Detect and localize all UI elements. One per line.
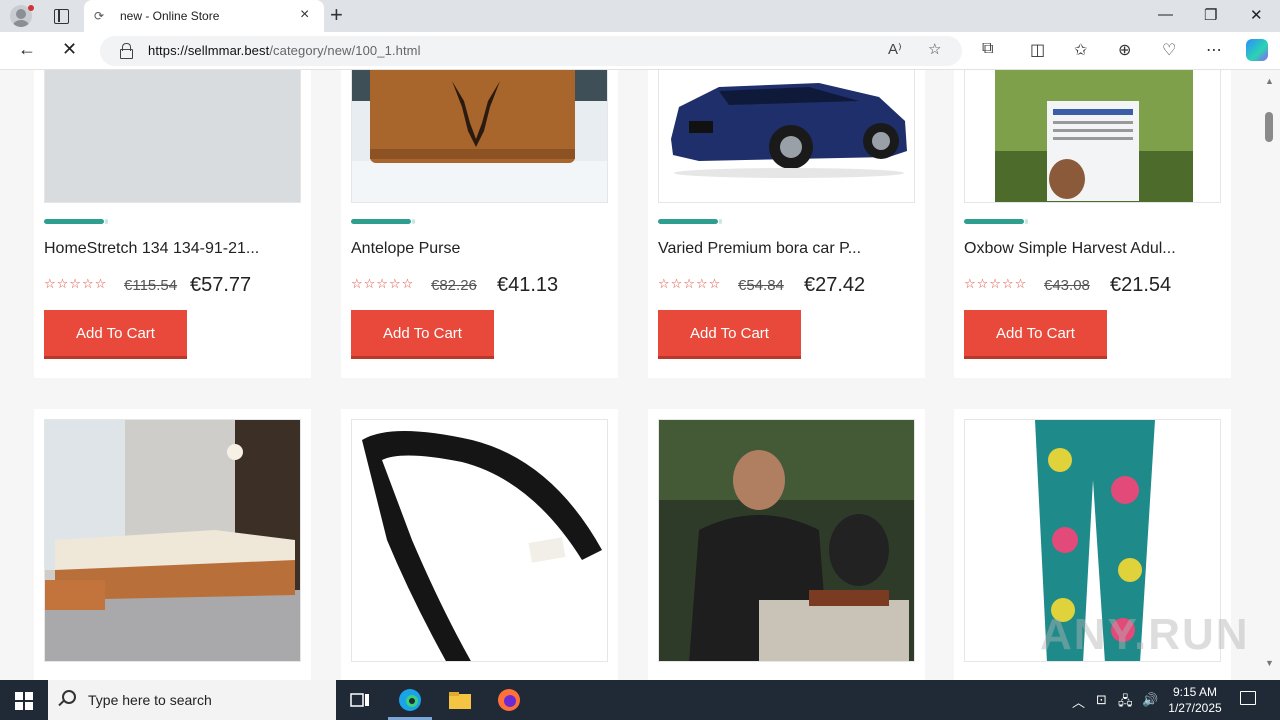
page-content: HomeStretch 134 134-91-21... ☆☆☆☆☆ €115.…	[0, 70, 1262, 680]
accent-bar	[658, 219, 722, 224]
loading-spinner-icon: ⟳	[94, 9, 105, 23]
product-card: Oxbow Simple Harvest Adul... ☆☆☆☆☆ €43.0…	[954, 70, 1231, 378]
network-icon[interactable]: 🖧	[1118, 692, 1133, 714]
new-tab-button[interactable]: +	[330, 3, 343, 27]
back-arrow-icon[interactable]: ←	[18, 39, 36, 60]
volume-icon[interactable]: 🔊	[1142, 692, 1158, 708]
search-icon	[62, 690, 76, 704]
sale-price: €21.54	[1110, 274, 1172, 296]
sale-price: €27.42	[804, 274, 866, 296]
product-image[interactable]	[351, 70, 608, 203]
browser-essentials-icon[interactable]: ♡	[1162, 40, 1176, 60]
product-image[interactable]	[964, 70, 1221, 203]
tab-actions-icon[interactable]	[48, 6, 72, 26]
favorite-star-icon[interactable]: ☆	[928, 40, 941, 58]
accent-bar	[351, 219, 415, 224]
accent-bar	[44, 219, 108, 224]
notification-center-icon[interactable]	[1240, 691, 1256, 705]
file-explorer-icon[interactable]	[448, 688, 472, 712]
collections-icon[interactable]: ⊕	[1118, 40, 1131, 60]
rating-stars: ☆☆☆☆☆	[964, 276, 1028, 291]
add-to-cart-button[interactable]: Add To Cart	[44, 310, 187, 359]
rating-stars: ☆☆☆☆☆	[351, 276, 415, 291]
sale-price: €57.77	[190, 274, 252, 296]
browser-tab[interactable]: ⟳ new - Online Store ×	[84, 0, 324, 32]
address-bar[interactable]: https://sellmmar.best/category/new/100_1…	[100, 36, 962, 66]
url-text[interactable]: https://sellmmar.best/category/new/100_1…	[148, 43, 421, 58]
browser-toolbar: ← ✕ https://sellmmar.best/category/new/1…	[0, 32, 1280, 70]
product-card: Varied Premium bora car P... ☆☆☆☆☆ €54.8…	[648, 70, 925, 378]
add-to-cart-button[interactable]: Add To Cart	[351, 310, 494, 359]
windows-start-icon[interactable]	[15, 692, 33, 710]
accent-bar	[964, 219, 1028, 224]
stop-loading-icon[interactable]: ✕	[62, 39, 77, 60]
system-clock[interactable]: 9:15 AM 1/27/2025	[1160, 684, 1230, 716]
product-card	[648, 409, 925, 680]
scroll-down-arrow-icon[interactable]: ▼	[1265, 658, 1274, 668]
edge-browser-icon[interactable]	[398, 688, 422, 712]
task-view-icon[interactable]	[348, 688, 372, 712]
browser-tab-bar: ⟳ new - Online Store × + — ❐ ✕	[0, 0, 1280, 32]
product-name[interactable]: HomeStretch 134 134-91-21...	[44, 240, 259, 258]
add-to-cart-button[interactable]: Add To Cart	[964, 310, 1107, 359]
search-placeholder: Type here to search	[88, 692, 212, 708]
product-card	[34, 409, 311, 680]
windows-taskbar: Type here to search ︿ ⊡ 🖧 🔊 9:15 AM 1/27…	[0, 680, 1280, 720]
more-options-icon[interactable]: ⋯	[1206, 40, 1222, 60]
clock-date: 1/27/2025	[1168, 701, 1222, 715]
tab-title: new - Online Store	[120, 9, 220, 23]
lock-icon[interactable]	[120, 43, 133, 59]
old-price: €43.08	[1044, 277, 1090, 294]
clock-time: 9:15 AM	[1172, 685, 1218, 699]
close-window-button[interactable]: ✕	[1250, 6, 1263, 24]
rating-stars: ☆☆☆☆☆	[44, 276, 108, 291]
meet-now-icon[interactable]: ⊡	[1096, 692, 1107, 708]
old-price: €82.26	[431, 277, 477, 294]
firefox-icon[interactable]	[497, 688, 521, 712]
add-to-cart-button[interactable]: Add To Cart	[658, 310, 801, 359]
scroll-up-arrow-icon[interactable]: ▲	[1265, 76, 1274, 86]
product-card: HomeStretch 134 134-91-21... ☆☆☆☆☆ €115.…	[34, 70, 311, 378]
old-price: €54.84	[738, 277, 784, 294]
favorites-icon[interactable]: ✩	[1074, 40, 1087, 60]
taskbar-search-box[interactable]: Type here to search	[48, 680, 336, 720]
extensions-icon[interactable]: ⧉	[982, 40, 993, 58]
product-card: Antelope Purse ☆☆☆☆☆ €82.26 €41.13 Add T…	[341, 70, 618, 378]
show-hidden-icons-chevron-icon[interactable]: ︿	[1072, 692, 1085, 711]
minimize-button[interactable]: —	[1158, 6, 1173, 23]
notification-dot	[28, 5, 34, 11]
scrollbar-thumb[interactable]	[1265, 112, 1273, 142]
product-image[interactable]	[44, 70, 301, 203]
close-tab-icon[interactable]: ×	[300, 6, 309, 24]
product-image[interactable]	[658, 70, 915, 203]
watermark-logo: ANY.RUN	[1040, 610, 1250, 659]
sale-price: €41.13	[497, 274, 559, 296]
product-image[interactable]	[351, 419, 608, 662]
old-price: €115.54	[124, 277, 178, 294]
restore-button[interactable]: ❐	[1204, 6, 1217, 24]
product-card	[341, 409, 618, 680]
rating-stars: ☆☆☆☆☆	[658, 276, 722, 291]
product-name[interactable]: Oxbow Simple Harvest Adul...	[964, 240, 1176, 258]
product-image[interactable]	[658, 419, 915, 662]
page-scrollbar[interactable]: ▲ ▼	[1262, 70, 1280, 680]
read-aloud-icon[interactable]: A⁾	[888, 40, 902, 58]
product-name[interactable]: Varied Premium bora car P...	[658, 240, 861, 258]
copilot-icon[interactable]	[1246, 39, 1268, 61]
product-image[interactable]	[44, 419, 301, 662]
product-name[interactable]: Antelope Purse	[351, 240, 460, 258]
split-screen-icon[interactable]: ◫	[1030, 40, 1045, 60]
